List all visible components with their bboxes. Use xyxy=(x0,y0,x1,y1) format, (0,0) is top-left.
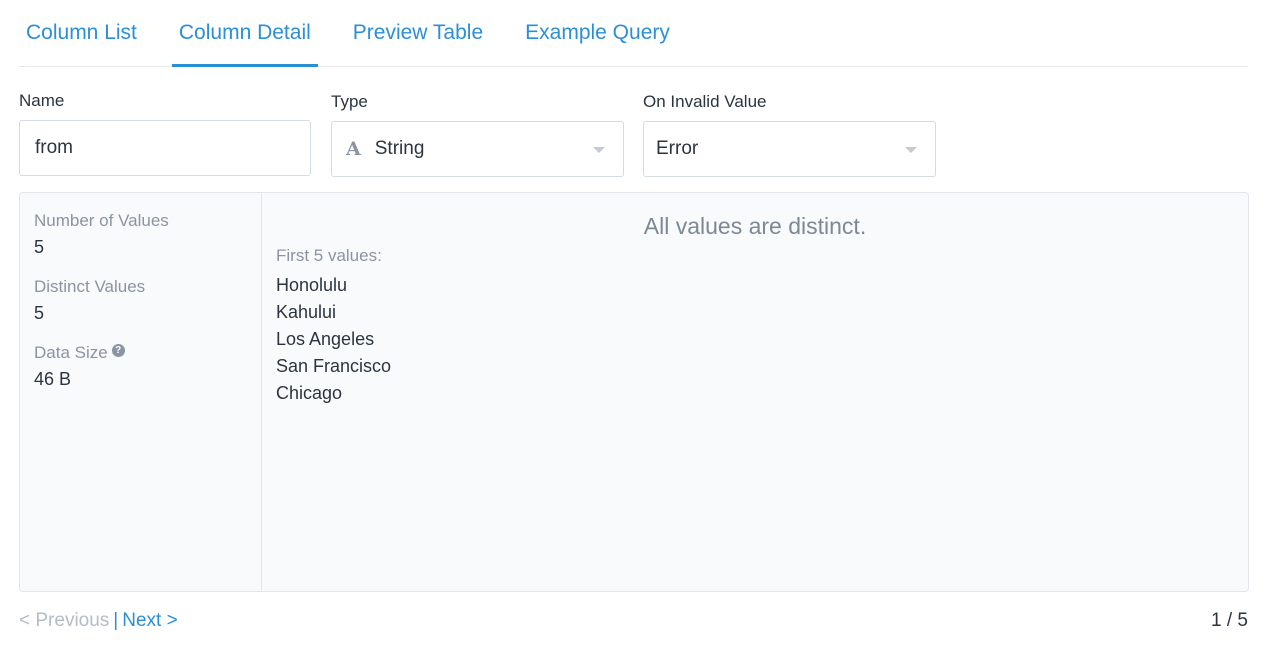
on-invalid-value-label: On Invalid Value xyxy=(643,92,767,111)
distinct-values-value: 5 xyxy=(34,303,45,323)
distinct-message: All values are distinct. xyxy=(643,213,867,239)
chevron-down-icon xyxy=(905,147,917,153)
tab-label: Column List xyxy=(26,21,137,44)
tab-column-detail[interactable]: Column Detail xyxy=(171,0,318,67)
list-item: Los Angeles xyxy=(276,329,375,349)
tab-label: Preview Table xyxy=(352,21,484,44)
column-detail-panel: Number of Values 5 Distinct Values 5 Dat… xyxy=(19,192,1249,592)
name-input[interactable]: from xyxy=(19,120,311,176)
on-invalid-value-value: Error xyxy=(656,138,699,159)
data-size-label-row: Data Size? xyxy=(34,343,125,363)
first-values-label: First 5 values: xyxy=(276,246,382,265)
stats-sidebar: Number of Values 5 Distinct Values 5 Dat… xyxy=(20,193,262,591)
list-item: Kahului xyxy=(276,302,337,322)
number-of-values-label: Number of Values xyxy=(34,211,169,230)
tab-bar: Column List Column Detail Preview Table … xyxy=(19,0,1248,67)
pager-separator: | xyxy=(113,610,119,631)
list-item: San Francisco xyxy=(276,356,392,376)
type-label: Type xyxy=(331,92,368,111)
values-list: Honolulu Kahului Los Angeles San Francis… xyxy=(276,272,391,407)
data-size-value: 46 B xyxy=(34,369,72,389)
list-item: Honolulu xyxy=(276,275,348,295)
chevron-down-icon xyxy=(593,147,605,153)
name-label: Name xyxy=(19,91,65,110)
name-value: from xyxy=(35,137,73,158)
help-icon[interactable]: ? xyxy=(111,344,125,357)
tab-example-query[interactable]: Example Query xyxy=(518,0,677,66)
previous-button[interactable]: < Previous xyxy=(19,610,109,631)
type-value: String xyxy=(374,138,425,159)
tab-preview-table[interactable]: Preview Table xyxy=(346,0,490,66)
list-item: Chicago xyxy=(276,383,343,403)
page-count: 1 / 5 xyxy=(1211,610,1248,631)
number-of-values-value: 5 xyxy=(34,237,45,257)
tab-label: Example Query xyxy=(525,21,670,44)
next-button[interactable]: Next > xyxy=(122,610,177,631)
type-select[interactable]: A String xyxy=(331,121,624,177)
string-type-icon: A xyxy=(346,138,361,160)
data-size-label: Data Size xyxy=(34,343,108,362)
distinct-values-label: Distinct Values xyxy=(34,277,146,296)
pagination: < Previous | Next > xyxy=(19,610,178,632)
on-invalid-value-select[interactable]: Error xyxy=(643,121,936,177)
tab-column-list[interactable]: Column List xyxy=(19,0,144,66)
tab-label: Column Detail xyxy=(178,21,311,44)
